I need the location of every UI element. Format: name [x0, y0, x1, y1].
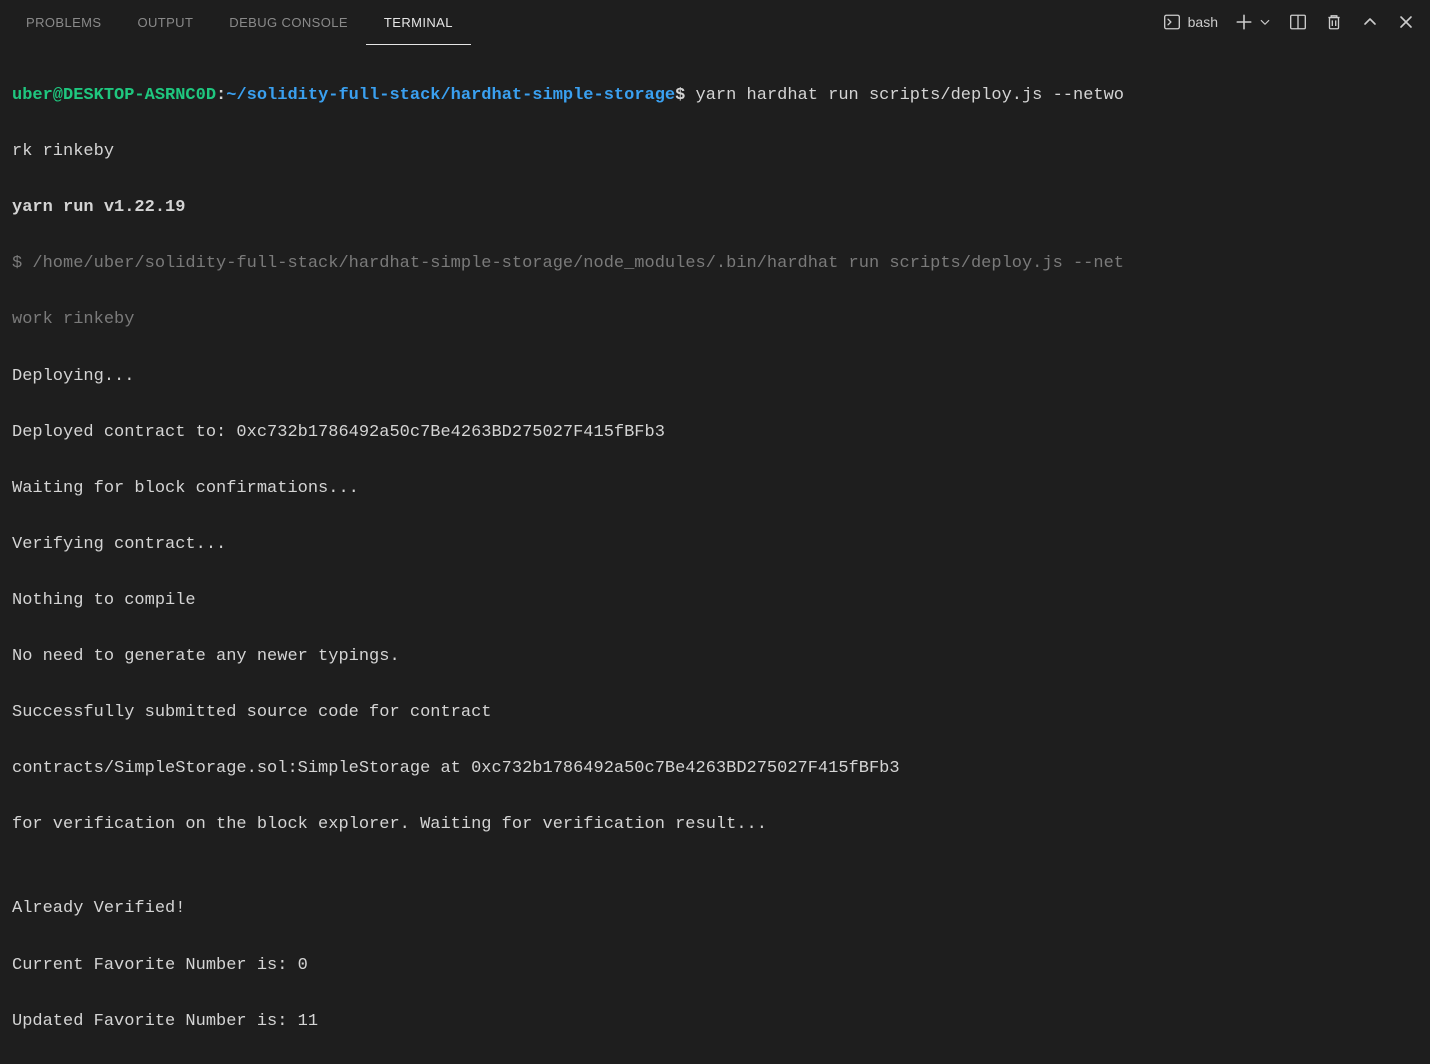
prompt-sep: :	[216, 86, 226, 105]
terminal-output[interactable]: uber@DESKTOP-ASRNC0D:~/solidity-full-sta…	[0, 44, 1430, 1064]
out-verifying: Verifying contract...	[12, 531, 1418, 559]
tab-terminal[interactable]: TERMINAL	[366, 1, 471, 45]
yarn-run-line: yarn run v1.22.19	[12, 194, 1418, 222]
panel-tabs: PROBLEMS OUTPUT DEBUG CONSOLE TERMINAL	[8, 0, 471, 44]
out-deploying: Deploying...	[12, 363, 1418, 391]
close-panel-button[interactable]	[1396, 12, 1416, 32]
out-typings: No need to generate any newer typings.	[12, 643, 1418, 671]
new-terminal-button[interactable]	[1234, 12, 1254, 32]
sub-command-2: work rinkeby	[12, 306, 1418, 334]
prompt-user: uber@DESKTOP-ASRNC0D	[12, 86, 216, 105]
tab-output[interactable]: OUTPUT	[119, 0, 211, 44]
out-for-verif: for verification on the block explorer. …	[12, 811, 1418, 839]
maximize-panel-button[interactable]	[1360, 12, 1380, 32]
sub-prefix: $	[12, 254, 32, 273]
out-deployed: Deployed contract to: 0xc732b1786492a50c…	[12, 419, 1418, 447]
shell-select[interactable]: bash	[1162, 12, 1218, 32]
tab-debug-console[interactable]: DEBUG CONSOLE	[211, 0, 366, 44]
terminal-icon	[1162, 12, 1182, 32]
command-text-2: rk rinkeby	[12, 138, 1418, 166]
tab-problems[interactable]: PROBLEMS	[8, 0, 119, 44]
out-waiting: Waiting for block confirmations...	[12, 475, 1418, 503]
prompt-path: ~/solidity-full-stack/hardhat-simple-sto…	[226, 86, 675, 105]
panel-actions: bash	[1162, 12, 1422, 32]
out-updated: Updated Favorite Number is: 11	[12, 1008, 1418, 1036]
new-terminal-dropdown[interactable]	[1258, 12, 1272, 32]
prompt-dollar: $	[675, 86, 685, 105]
shell-name: bash	[1188, 14, 1218, 30]
split-terminal-button[interactable]	[1288, 12, 1308, 32]
command-text-1: yarn hardhat run scripts/deploy.js --net…	[685, 86, 1124, 105]
kill-terminal-button[interactable]	[1324, 12, 1344, 32]
out-current: Current Favorite Number is: 0	[12, 952, 1418, 980]
out-submitted: Successfully submitted source code for c…	[12, 699, 1418, 727]
out-already: Already Verified!	[12, 895, 1418, 923]
out-contract-path: contracts/SimpleStorage.sol:SimpleStorag…	[12, 755, 1418, 783]
sub-command-1: /home/uber/solidity-full-stack/hardhat-s…	[32, 254, 1124, 273]
out-nothing: Nothing to compile	[12, 587, 1418, 615]
panel-header: PROBLEMS OUTPUT DEBUG CONSOLE TERMINAL b…	[0, 0, 1430, 44]
